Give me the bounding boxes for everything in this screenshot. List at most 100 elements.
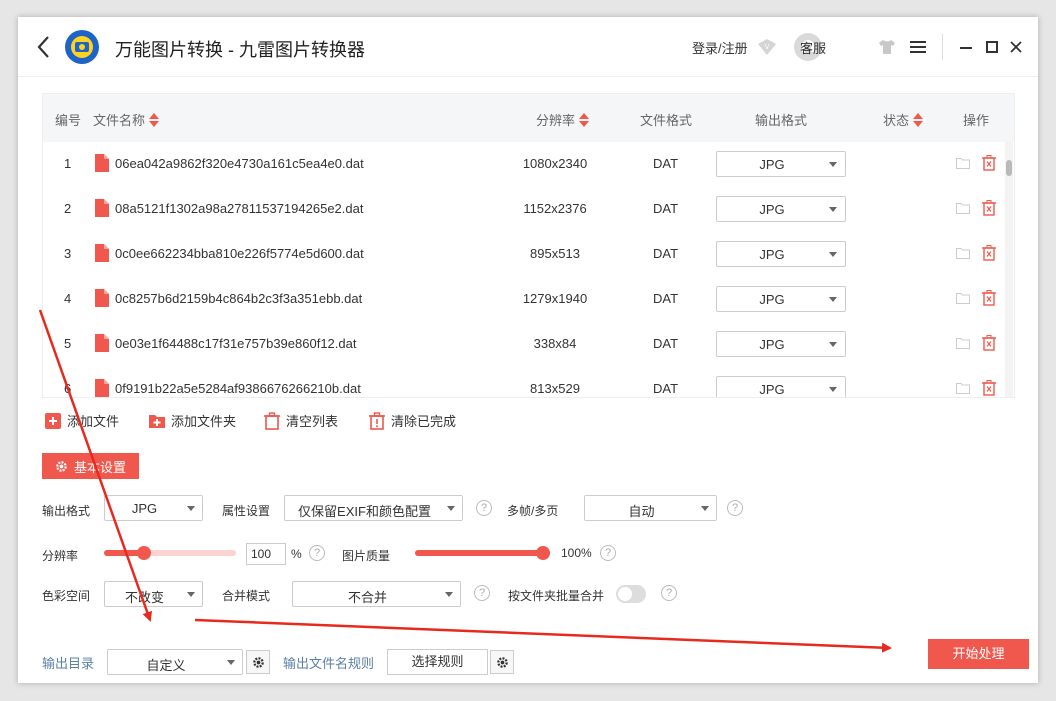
help-icon[interactable]: ?: [727, 500, 743, 516]
chevron-down-icon: [829, 252, 837, 257]
row-output-format-select[interactable]: JPG: [716, 151, 846, 177]
row-output-format-select[interactable]: JPG: [716, 241, 846, 267]
row-output-format-select[interactable]: JPG: [716, 196, 846, 222]
table-row[interactable]: 3 0c0ee662234bba810e226f5774e5d600.dat 8…: [43, 232, 1003, 277]
row-output-format-select[interactable]: JPG: [716, 376, 846, 397]
resolution-slider-handle[interactable]: [136, 546, 151, 560]
folder-icon[interactable]: [956, 337, 970, 349]
delete-icon[interactable]: [982, 335, 996, 351]
header-format: 文件格式: [640, 110, 692, 129]
delete-icon[interactable]: [982, 245, 996, 261]
resolution-label: 分辨率: [42, 549, 79, 563]
row-output-format-value: JPG: [759, 382, 785, 397]
basic-settings-tab[interactable]: 基本设置: [42, 453, 139, 479]
resolution-slider[interactable]: [104, 550, 236, 556]
maximize-icon[interactable]: [984, 39, 1000, 55]
help-icon[interactable]: ?: [474, 585, 490, 601]
filename-rule-label: 输出文件名规则: [283, 656, 375, 671]
folder-icon[interactable]: [956, 382, 970, 394]
sort-icon: [913, 112, 924, 127]
start-processing-button[interactable]: 开始处理: [928, 639, 1029, 669]
row-output-format-value: JPG: [759, 202, 785, 217]
image-quality-slider-fill: [415, 550, 543, 556]
image-quality-slider-handle[interactable]: [536, 546, 550, 560]
gear-icon: [56, 460, 67, 472]
header-status-sort[interactable]: 状态: [883, 110, 924, 129]
folder-icon[interactable]: [956, 292, 970, 304]
sort-icon: [149, 112, 160, 127]
add-folder-label: 添加文件夹: [171, 414, 237, 429]
row-format: DAT: [653, 336, 679, 351]
color-space-value: 不改变: [124, 590, 164, 605]
add-file-icon: [45, 412, 61, 429]
delete-icon[interactable]: [982, 290, 996, 306]
table-scrollbar-thumb[interactable]: [1006, 160, 1012, 176]
chevron-down-icon: [187, 592, 195, 597]
add-folder-button[interactable]: 添加文件夹: [148, 411, 236, 430]
multiframe-value: 自动: [628, 504, 655, 519]
header-action-label: 操作: [963, 113, 990, 128]
clear-list-button[interactable]: 清空列表: [263, 411, 338, 430]
color-space-select[interactable]: 不改变: [104, 581, 203, 607]
batch-merge-toggle[interactable]: [616, 585, 646, 603]
customer-service-label: 客服: [800, 40, 827, 56]
delete-icon[interactable]: [982, 155, 996, 171]
chevron-down-icon: [447, 506, 455, 511]
toggle-knob: [618, 587, 632, 601]
header-filename-sort[interactable]: 文件名称: [93, 110, 160, 129]
back-arrow-icon[interactable]: [34, 34, 54, 60]
table-row[interactable]: 6 0f9191b22a5e5284af9386676266210b.dat 8…: [43, 367, 1003, 397]
row-output-format-value: JPG: [759, 337, 785, 352]
header-format-label: 文件格式: [640, 113, 693, 128]
table-row[interactable]: 4 0c8257b6d2159b4c864b2c3f3a351ebb.dat 1…: [43, 277, 1003, 322]
row-index: 6: [64, 381, 72, 396]
row-output-format-value: JPG: [759, 157, 785, 172]
row-output-format-select[interactable]: JPG: [716, 331, 846, 357]
delete-icon[interactable]: [982, 200, 996, 216]
menu-icon[interactable]: [910, 40, 926, 54]
resolution-input[interactable]: 100: [246, 543, 286, 565]
row-index: 1: [64, 156, 72, 171]
chevron-down-icon: [829, 342, 837, 347]
choose-rule-button[interactable]: 选择规则: [387, 649, 488, 675]
row-resolution: 1080x2340: [522, 156, 588, 171]
header-output-label: 输出格式: [755, 113, 808, 128]
close-icon[interactable]: [1008, 39, 1024, 55]
folder-icon[interactable]: [956, 157, 970, 169]
header-action: 操作: [963, 110, 989, 129]
header-resolution-sort[interactable]: 分辨率: [536, 110, 590, 129]
chevron-down-icon: [829, 207, 837, 212]
attribute-setting-select[interactable]: 仅保留EXIF和颜色配置: [284, 495, 463, 521]
folder-icon[interactable]: [956, 202, 970, 214]
help-icon[interactable]: ?: [661, 585, 677, 601]
add-file-button[interactable]: 添加文件: [44, 411, 119, 430]
merge-mode-select[interactable]: 不合并: [292, 581, 461, 607]
image-quality-slider[interactable]: [415, 550, 543, 556]
header-output: 输出格式: [755, 110, 807, 129]
minimize-icon[interactable]: [958, 39, 974, 55]
table-body: 1 06ea042a9862f320e4730a161c5ea4e0.dat 1…: [43, 142, 1003, 397]
help-icon[interactable]: ?: [309, 545, 325, 561]
table-row[interactable]: 5 0e03e1f64488c17f31e757b39e860f12.dat 3…: [43, 322, 1003, 367]
skin-icon[interactable]: [878, 39, 896, 55]
folder-icon[interactable]: [956, 247, 970, 259]
filename-rule-settings-button[interactable]: [490, 650, 514, 674]
vip-icon[interactable]: V: [757, 38, 777, 56]
table-row[interactable]: 2 08a5121f1302a98a27811537194265e2.dat 1…: [43, 187, 1003, 232]
chevron-down-icon: [829, 387, 837, 392]
login-register-link[interactable]: 登录/注册: [692, 38, 748, 57]
customer-service-button[interactable]: 客服: [794, 33, 826, 61]
header-index-label: 编号: [55, 113, 82, 128]
table-row[interactable]: 1 06ea042a9862f320e4730a161c5ea4e0.dat 1…: [43, 142, 1003, 187]
output-format-select[interactable]: JPG: [104, 495, 203, 521]
multiframe-select[interactable]: 自动: [584, 495, 717, 521]
output-dir-select[interactable]: 自定义: [107, 649, 243, 675]
delete-icon[interactable]: [982, 380, 996, 396]
output-dir-settings-button[interactable]: [246, 650, 270, 674]
table-scrollbar-track[interactable]: [1005, 142, 1013, 397]
help-icon[interactable]: ?: [476, 500, 492, 516]
clear-completed-button[interactable]: 清除已完成: [368, 411, 456, 430]
help-icon[interactable]: ?: [600, 545, 616, 561]
row-output-format-select[interactable]: JPG: [716, 286, 846, 312]
row-resolution: 1279x1940: [522, 291, 588, 306]
